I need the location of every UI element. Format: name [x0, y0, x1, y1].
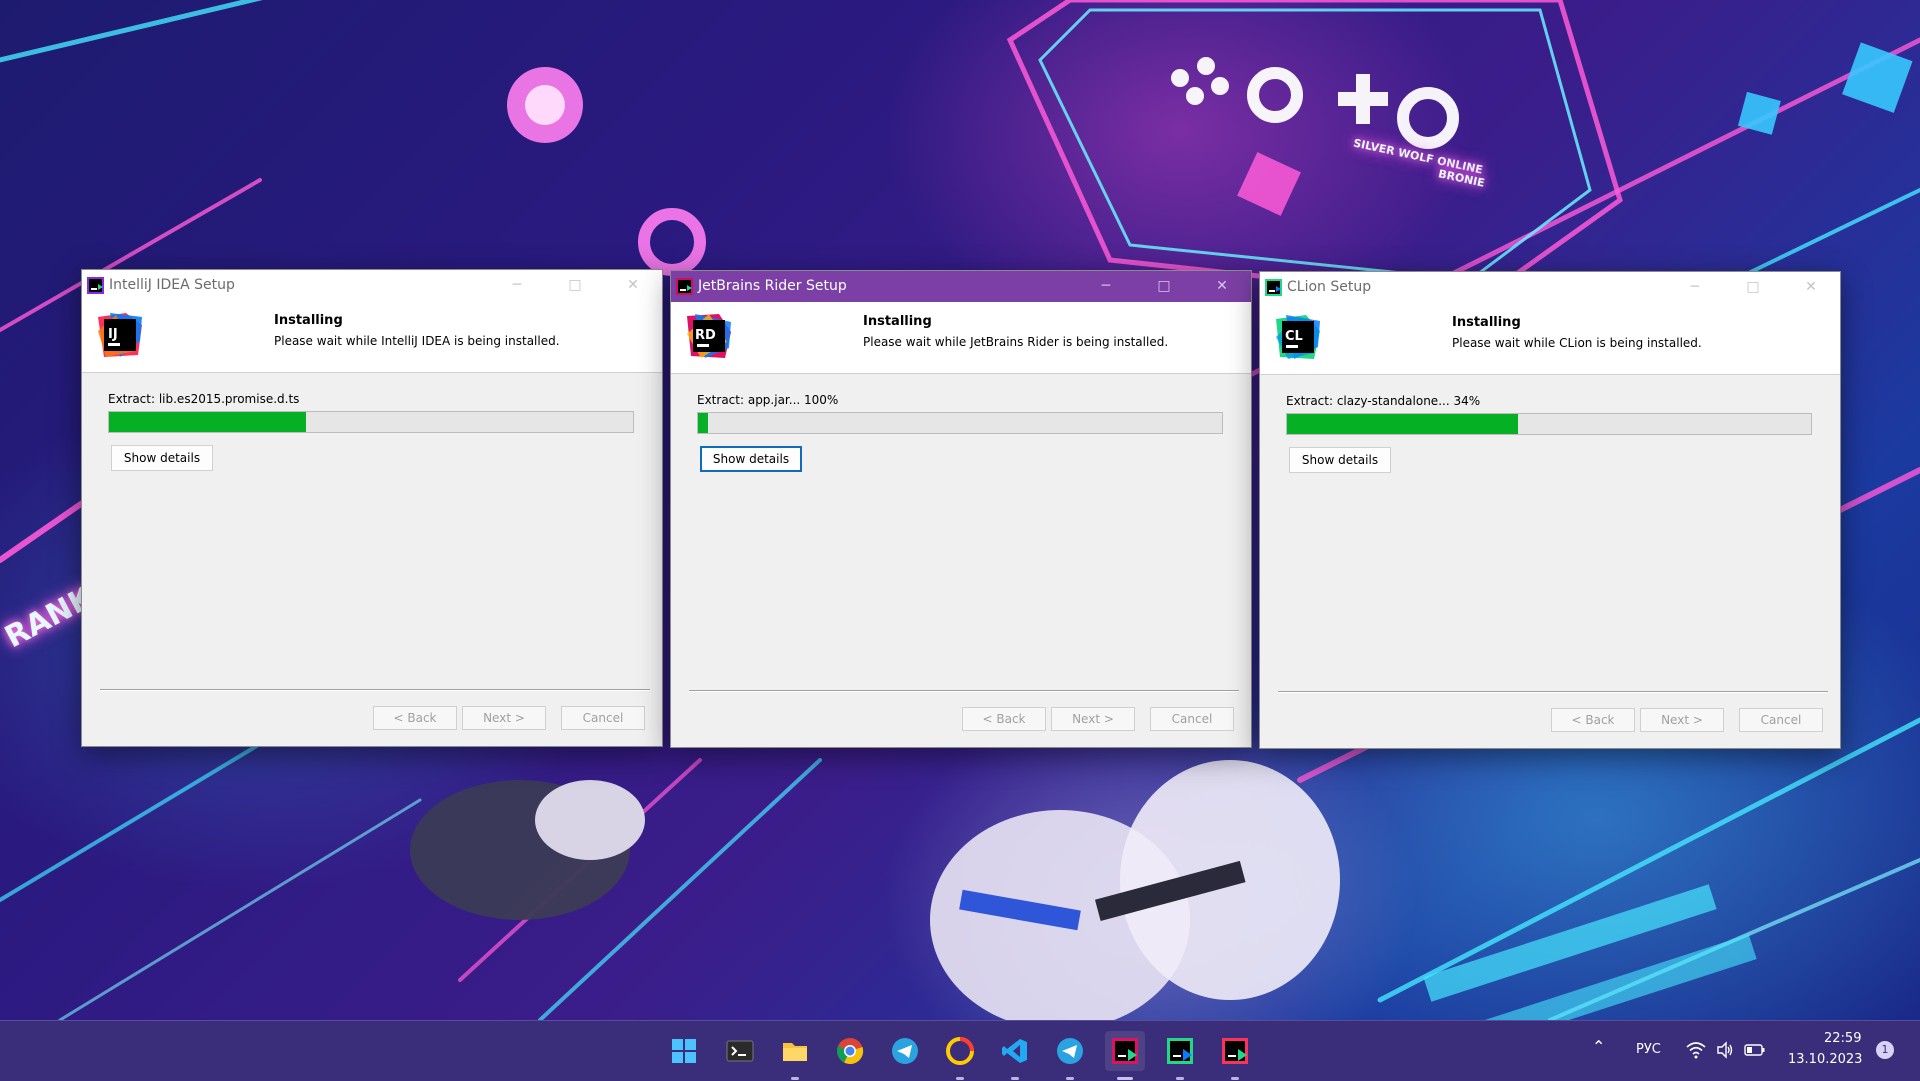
- taskbar-rider-setup[interactable]: [1105, 1031, 1145, 1080]
- taskbar-music-app[interactable]: [940, 1031, 980, 1080]
- minimize-button[interactable]: ─: [1077, 271, 1135, 302]
- header-subtitle: Please wait while IntelliJ IDEA is being…: [274, 334, 560, 348]
- installer-header: RD Installing Please wait while JetBrain…: [671, 302, 1251, 374]
- windows-start-icon: [672, 1039, 696, 1063]
- window-title: IntelliJ IDEA Setup: [109, 277, 235, 293]
- taskbar-chrome[interactable]: [830, 1031, 870, 1071]
- minimize-button[interactable]: ─: [1666, 272, 1724, 303]
- battery-icon[interactable]: [1744, 1042, 1766, 1058]
- show-details-button[interactable]: Show details: [700, 446, 802, 472]
- svg-text:CL: CL: [1285, 329, 1303, 344]
- next-button[interactable]: Next >: [462, 706, 546, 730]
- cancel-button[interactable]: Cancel: [1739, 708, 1823, 732]
- next-button[interactable]: Next >: [1051, 707, 1135, 731]
- maximize-button[interactable]: □: [1135, 271, 1193, 302]
- close-button[interactable]: ✕: [1782, 272, 1840, 303]
- clion-installer-icon: [1167, 1038, 1193, 1064]
- title-bar[interactable]: IntelliJ IDEA Setup ─ □ ✕: [82, 270, 662, 301]
- start-button[interactable]: [664, 1031, 704, 1071]
- header-subtitle: Please wait while CLion is being install…: [1452, 336, 1702, 350]
- back-button[interactable]: < Back: [962, 707, 1046, 731]
- chrome-icon: [837, 1038, 864, 1065]
- install-progress-bar: [697, 412, 1223, 434]
- clock-date[interactable]: 13.10.2023: [1788, 1052, 1862, 1067]
- footer-divider: [689, 690, 1239, 692]
- show-details-button[interactable]: Show details: [111, 445, 213, 471]
- wifi-icon[interactable]: [1686, 1041, 1706, 1059]
- extract-status: Extract: clazy-standalone... 34%: [1286, 394, 1481, 408]
- installer-header: CL Installing Please wait while CLion is…: [1260, 303, 1840, 375]
- installer-icon: [87, 277, 104, 294]
- taskbar-clion-setup[interactable]: [1160, 1031, 1200, 1080]
- svg-text:RD: RD: [695, 328, 716, 343]
- taskbar-vscode[interactable]: [995, 1031, 1035, 1080]
- progress-fill: [109, 412, 306, 432]
- folder-icon: [783, 1043, 807, 1061]
- extract-status: Extract: app.jar... 100%: [697, 393, 839, 407]
- show-hidden-icons-chevron-icon[interactable]: ⌃: [1592, 1037, 1605, 1056]
- intellij-logo-icon: IJ: [98, 313, 142, 357]
- notification-badge[interactable]: 1: [1876, 1041, 1894, 1059]
- install-progress-bar: [108, 411, 634, 433]
- cancel-button[interactable]: Cancel: [561, 706, 645, 730]
- footer-divider: [100, 689, 650, 691]
- telegram-icon: [892, 1038, 918, 1064]
- header-subtitle: Please wait while JetBrains Rider is bei…: [863, 335, 1169, 349]
- header-title: Installing: [1452, 315, 1521, 330]
- back-button[interactable]: < Back: [1551, 708, 1635, 732]
- header-title: Installing: [274, 313, 343, 328]
- taskbar-telegram[interactable]: [885, 1031, 925, 1071]
- clion-setup-window: CLion Setup ─ □ ✕ CL Installing Please w…: [1259, 271, 1841, 749]
- svg-text:IJ: IJ: [108, 327, 118, 342]
- intellij-installer-icon: [1222, 1038, 1248, 1064]
- telegram-icon: [1057, 1038, 1083, 1064]
- maximize-button[interactable]: □: [546, 270, 604, 301]
- terminal-icon: [726, 1040, 754, 1062]
- extract-status: Extract: lib.es2015.promise.d.ts: [108, 392, 300, 406]
- rider-installer-icon: [1112, 1038, 1138, 1064]
- taskbar-file-explorer[interactable]: [775, 1031, 815, 1080]
- install-progress-bar: [1286, 413, 1812, 435]
- clion-logo-icon: CL: [1276, 315, 1320, 359]
- window-title: CLion Setup: [1287, 279, 1372, 295]
- next-button[interactable]: Next >: [1640, 708, 1724, 732]
- close-button[interactable]: ✕: [604, 270, 662, 301]
- minimize-button[interactable]: ─: [488, 270, 546, 301]
- progress-fill: [698, 413, 709, 433]
- taskbar-terminal[interactable]: [720, 1031, 760, 1071]
- footer-divider: [1278, 691, 1828, 693]
- progress-fill: [1287, 414, 1518, 434]
- rider-setup-window: JetBrains Rider Setup ─ □ ✕ RD Installin…: [670, 270, 1252, 748]
- taskbar-telegram[interactable]: [1050, 1031, 1090, 1080]
- volume-icon[interactable]: [1716, 1041, 1734, 1059]
- rider-logo-icon: RD: [687, 314, 731, 358]
- taskbar-intellij-setup[interactable]: [1215, 1031, 1255, 1080]
- yandex-music-icon: [946, 1037, 974, 1065]
- window-title: JetBrains Rider Setup: [698, 278, 847, 294]
- installer-icon: [1265, 279, 1282, 296]
- installer-icon: [676, 278, 693, 295]
- title-bar[interactable]: CLion Setup ─ □ ✕: [1260, 272, 1840, 303]
- input-language[interactable]: РУС: [1636, 1042, 1661, 1057]
- vscode-icon: [1002, 1039, 1027, 1063]
- maximize-button[interactable]: □: [1724, 272, 1782, 303]
- taskbar: ⌃ РУС 22:59 13.10.2023 1: [0, 1020, 1920, 1081]
- back-button[interactable]: < Back: [373, 706, 457, 730]
- clock-time[interactable]: 22:59: [1824, 1031, 1861, 1046]
- installer-header: IJ Installing Please wait while IntelliJ…: [82, 301, 662, 373]
- intellij-setup-window: IntelliJ IDEA Setup ─ □ ✕ IJ Installing …: [81, 269, 663, 747]
- header-title: Installing: [863, 314, 932, 329]
- title-bar[interactable]: JetBrains Rider Setup ─ □ ✕: [671, 271, 1251, 302]
- close-button[interactable]: ✕: [1193, 271, 1251, 302]
- cancel-button[interactable]: Cancel: [1150, 707, 1234, 731]
- show-details-button[interactable]: Show details: [1289, 447, 1391, 473]
